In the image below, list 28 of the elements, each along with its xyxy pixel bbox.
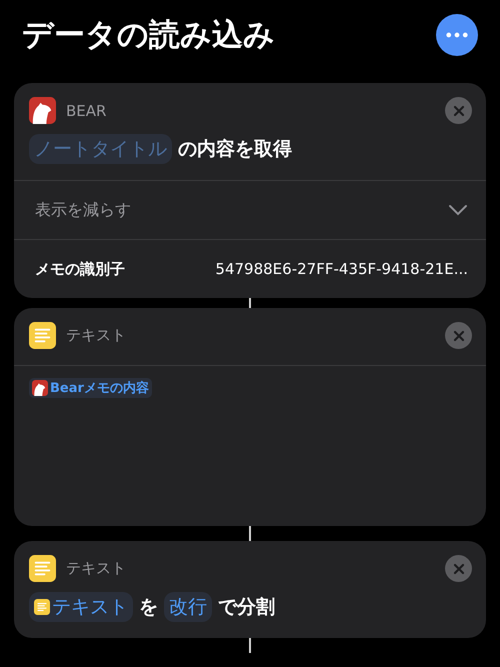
app-name: テキスト	[66, 326, 127, 345]
text-app-icon	[29, 322, 56, 349]
placeholder-token[interactable]: ノートタイトル	[29, 134, 172, 164]
action-text: の内容を取得	[178, 137, 292, 162]
more-icon	[446, 32, 468, 38]
app-name: BEAR	[66, 102, 108, 120]
text-app-icon	[34, 599, 50, 615]
parameter-label: メモの識別子	[35, 260, 125, 278]
variable-token[interactable]: Bearメモの内容	[29, 378, 152, 398]
variable-token[interactable]: テキスト	[29, 592, 133, 622]
close-icon	[452, 330, 464, 342]
parameter-value[interactable]: 547988E6-27FF-435F-9418-21E...	[215, 260, 468, 278]
close-button[interactable]	[445, 555, 472, 582]
close-icon	[452, 562, 464, 574]
action-text: で分割	[218, 595, 275, 620]
close-button[interactable]	[445, 322, 472, 349]
bear-app-icon	[29, 97, 56, 124]
close-icon	[452, 104, 464, 116]
app-name: テキスト	[66, 559, 127, 578]
more-button[interactable]	[436, 14, 478, 56]
parameter-token[interactable]: 改行	[164, 592, 212, 622]
chevron-icon[interactable]	[448, 204, 468, 216]
text-app-icon	[29, 555, 56, 582]
bear-app-icon	[32, 380, 48, 396]
close-button[interactable]	[445, 97, 472, 124]
show-less-label[interactable]: 表示を減らす	[35, 200, 131, 220]
action-text: を	[139, 595, 158, 620]
page-title: データの読み込み	[22, 16, 275, 55]
